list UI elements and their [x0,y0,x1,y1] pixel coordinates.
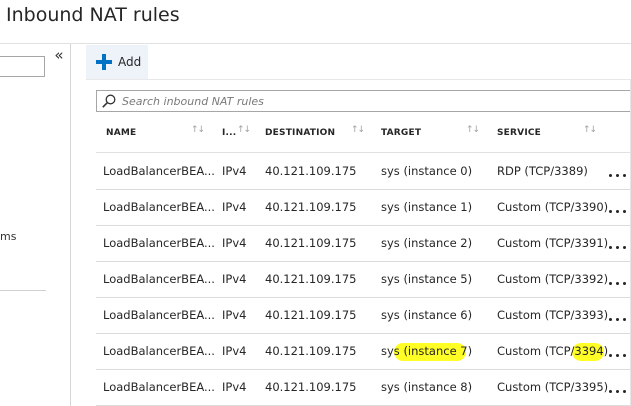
column-header-ip-version[interactable]: I... [222,118,236,148]
more-options-button[interactable] [606,306,630,326]
cell-service: Custom (TCP/3392) [497,272,609,286]
sort-icon[interactable]: ↑↓ [351,125,365,135]
cell-target: sys (instance 8) [381,380,473,394]
left-filter-input[interactable] [0,56,45,77]
cell-service: Custom (TCP/3390) [497,200,609,214]
left-menu-item-fragment[interactable]: ms [0,230,16,243]
table-header: NAME ↑↓ I... ↑↓ DESTINATION ↑↓ TARGET ↑↓… [96,118,631,148]
cell-target: sys (instance 5) [381,272,473,286]
cell-ip-version: IPv4 [222,308,247,322]
table-row[interactable]: LoadBalancerBEA... IPv4 40.121.109.175 s… [96,154,631,190]
add-button-label: Add [118,55,142,69]
cell-destination: 40.121.109.175 [265,308,357,322]
column-header-label: TARGET [381,128,422,138]
command-bar-divider [86,79,631,80]
sort-icon[interactable]: ↑↓ [191,125,205,135]
table-row[interactable]: LoadBalancerBEA... IPv4 40.121.109.175 s… [96,334,631,370]
search-icon [101,93,117,109]
column-header-label: SERVICE [497,128,542,138]
search-input[interactable] [122,94,602,108]
cell-name: LoadBalancerBEA... [103,380,215,394]
header-divider [0,43,631,44]
sort-icon[interactable]: ↑↓ [466,125,480,135]
cell-target: sys (instance 1) [381,200,473,214]
cell-name: LoadBalancerBEA... [103,236,215,250]
table-row[interactable]: LoadBalancerBEA... IPv4 40.121.109.175 s… [96,262,631,298]
more-options-button[interactable] [606,234,630,254]
table-row[interactable]: LoadBalancerBEA... IPv4 40.121.109.175 s… [96,226,631,262]
more-options-button[interactable] [606,162,630,182]
cell-service: Custom (TCP/3393) [497,308,609,322]
cell-name: LoadBalancerBEA... [103,308,215,322]
panel-divider [70,44,71,406]
table-row[interactable]: LoadBalancerBEA... IPv4 40.121.109.175 s… [96,298,631,334]
add-button[interactable]: Add [86,45,148,79]
column-header-destination[interactable]: DESTINATION [265,118,335,148]
column-header-service[interactable]: SERVICE [497,118,541,148]
table-row[interactable]: LoadBalancerBEA... IPv4 40.121.109.175 s… [96,370,631,406]
cell-service: RDP (TCP/3389) [497,164,588,178]
column-header-label: DESTINATION [265,128,336,138]
cell-destination: 40.121.109.175 [265,272,357,286]
left-menu-divider [0,290,46,291]
cell-ip-version: IPv4 [222,236,247,250]
more-options-button[interactable] [606,198,630,218]
cell-ip-version: IPv4 [222,272,247,286]
cell-destination: 40.121.109.175 [265,200,357,214]
more-options-button[interactable] [606,270,630,290]
cell-destination: 40.121.109.175 [265,236,357,250]
cell-destination: 40.121.109.175 [265,380,357,394]
plus-icon [96,54,112,70]
cell-target: sys (instance 7) [381,344,473,358]
cell-target: sys (instance 6) [381,308,473,322]
cell-name: LoadBalancerBEA... [103,272,215,286]
cell-ip-version: IPv4 [222,344,247,358]
table-row[interactable]: LoadBalancerBEA... IPv4 40.121.109.175 s… [96,190,631,226]
cell-service: Custom (TCP/3394) [497,344,609,358]
cell-destination: 40.121.109.175 [265,164,357,178]
page-title: Inbound NAT rules [6,4,180,26]
column-header-label: NAME [106,128,137,138]
sort-icon[interactable]: ↑↓ [237,125,251,135]
search-box[interactable] [96,90,631,112]
cell-ip-version: IPv4 [222,200,247,214]
sort-icon[interactable]: ↑↓ [583,125,597,135]
cell-name: LoadBalancerBEA... [103,344,215,358]
column-header-label: I... [222,128,237,138]
more-options-button[interactable] [606,342,630,362]
cell-ip-version: IPv4 [222,164,247,178]
cell-target: sys (instance 2) [381,236,473,250]
cell-name: LoadBalancerBEA... [103,200,215,214]
table-header-divider [96,152,631,153]
cell-target: sys (instance 0) [381,164,473,178]
cell-destination: 40.121.109.175 [265,344,357,358]
more-options-button[interactable] [606,378,630,398]
cell-name: LoadBalancerBEA... [103,164,215,178]
column-header-name[interactable]: NAME [106,118,136,148]
cell-service: Custom (TCP/3391) [497,236,609,250]
column-header-target[interactable]: TARGET [381,118,421,148]
collapse-menu-button[interactable]: « [52,47,66,63]
cell-ip-version: IPv4 [222,380,247,394]
cell-service: Custom (TCP/3395) [497,380,609,394]
